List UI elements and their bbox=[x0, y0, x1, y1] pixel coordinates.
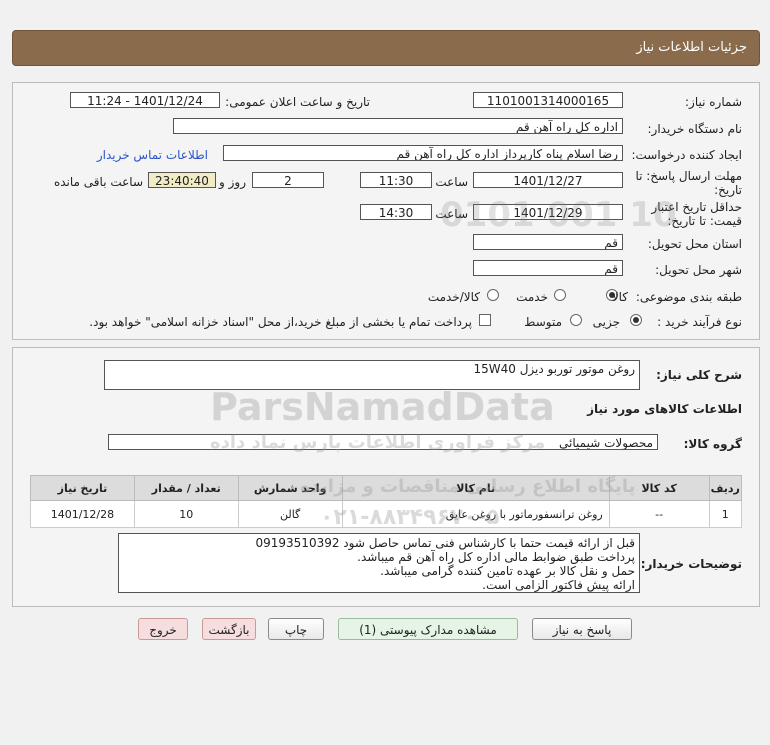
col-header-date: تاریخ نیاز bbox=[30, 475, 135, 501]
deadline-date-field: 1401/12/27 bbox=[473, 172, 623, 188]
category-radio-goods-service[interactable] bbox=[487, 289, 499, 301]
goods-group-field: محصولات شیمیائی bbox=[108, 434, 658, 450]
province-label: استان محل تحویل: bbox=[647, 237, 742, 251]
validity-time-label: ساعت bbox=[435, 207, 468, 221]
table-row: 1 -- روغن ترانسفورماتور با روغن عایق گال… bbox=[30, 500, 743, 528]
buyer-org-field: اداره کل راه آهن قم bbox=[173, 118, 623, 134]
page-title: جزئیات اطلاعات نیاز bbox=[636, 40, 747, 55]
cell-unit: گالن bbox=[237, 500, 343, 528]
creator-label: ایجاد کننده درخواست: bbox=[631, 148, 742, 162]
cell-name: روغن ترانسفورماتور با روغن عایق bbox=[341, 500, 610, 528]
goods-group-label: گروه کالا: bbox=[683, 437, 742, 451]
goods-table: ردیف کد کالا نام کالا واحد شمارش تعداد /… bbox=[30, 475, 743, 528]
goods-table-header-row: ردیف کد کالا نام کالا واحد شمارش تعداد /… bbox=[30, 475, 743, 501]
process-option-medium: متوسط bbox=[524, 315, 562, 329]
buyer-contact-link[interactable]: اطلاعات تماس خریدار bbox=[97, 148, 208, 162]
view-attachments-button[interactable]: مشاهده مدارک پیوستی (1) bbox=[338, 618, 518, 640]
validity-label-2: قیمت: تا تاریخ: bbox=[667, 214, 742, 228]
deadline-label-2: تاریخ: bbox=[714, 183, 742, 197]
process-radio-medium[interactable] bbox=[570, 314, 582, 326]
treasury-payment-note: پرداخت تمام یا بخشی از مبلغ خرید،از محل … bbox=[89, 315, 472, 329]
cell-code: -- bbox=[608, 500, 710, 528]
col-header-qty: تعداد / مقدار bbox=[133, 475, 239, 501]
city-label: شهر محل تحویل: bbox=[655, 263, 742, 277]
process-option-minor: جزیی bbox=[592, 315, 620, 329]
col-header-unit: واحد شمارش bbox=[237, 475, 343, 501]
col-header-code: کد کالا bbox=[608, 475, 710, 501]
need-number-field: 1101001314000165 bbox=[473, 92, 623, 108]
cell-qty: 10 bbox=[133, 500, 239, 528]
page-header: جزئیات اطلاعات نیاز bbox=[12, 30, 760, 66]
buyer-notes-label: توضیحات خریدار: bbox=[640, 557, 742, 571]
remaining-label: ساعت باقی مانده bbox=[53, 175, 143, 189]
deadline-label: مهلت ارسال پاسخ: تا bbox=[635, 169, 742, 183]
category-option-goods-service: کالا/خدمت bbox=[427, 290, 480, 304]
category-radio-service[interactable] bbox=[554, 289, 566, 301]
validity-label: حداقل تاریخ اعتبار bbox=[651, 200, 742, 214]
cell-row: 1 bbox=[708, 500, 743, 528]
validity-date-field: 1401/12/29 bbox=[473, 204, 623, 220]
remaining-time-field: 23:40:40 bbox=[148, 172, 216, 188]
cell-date: 1401/12/28 bbox=[30, 500, 135, 528]
buyer-notes-field: قبل از ارائه قیمت حتما با کارشناس فنی تم… bbox=[118, 533, 640, 593]
general-desc-field: روغن موتور توربو دیزل 15W40 bbox=[104, 360, 640, 390]
province-field: قم bbox=[473, 234, 623, 250]
buyer-note-line: پرداخت طبق ضوابط مالی اداره کل راه آهن ق… bbox=[357, 550, 635, 564]
announce-datetime-field: 1401/12/24 - 11:24 bbox=[70, 92, 220, 108]
buyer-note-line: قبل از ارائه قیمت حتما با کارشناس فنی تم… bbox=[255, 536, 636, 550]
creator-field: رضا اسلام پناه کارپرداز اداره کل راه آهن… bbox=[223, 145, 623, 161]
city-field: قم bbox=[473, 260, 623, 276]
category-label: طبقه بندی موضوعی: bbox=[635, 290, 742, 304]
buyer-org-label: نام دستگاه خریدار: bbox=[647, 122, 743, 136]
deadline-time-label: ساعت bbox=[435, 175, 468, 189]
col-header-name: نام کالا bbox=[341, 475, 610, 501]
validity-time-field: 14:30 bbox=[360, 204, 432, 220]
goods-info-title: اطلاعات کالاهای مورد نیاز bbox=[587, 402, 742, 416]
print-button[interactable]: چاپ bbox=[268, 618, 324, 640]
buyer-note-line: حمل و نقل کالا بر عهده تامین کننده گرامی… bbox=[380, 564, 635, 578]
reply-button[interactable]: پاسخ به نیاز bbox=[532, 618, 632, 640]
days-label: روز و bbox=[219, 175, 246, 189]
treasury-payment-checkbox[interactable] bbox=[479, 314, 491, 326]
days-field: 2 bbox=[252, 172, 324, 188]
col-header-row: ردیف bbox=[708, 475, 743, 501]
category-option-goods: کالا bbox=[611, 290, 628, 304]
buyer-note-line: ارائه پیش فاکتور الزامی است. bbox=[482, 578, 635, 592]
process-radio-minor[interactable] bbox=[630, 314, 642, 326]
deadline-time-field: 11:30 bbox=[360, 172, 432, 188]
general-desc-label: شرح کلی نیاز: bbox=[656, 368, 742, 382]
process-label: نوع فرآیند خرید : bbox=[657, 315, 742, 329]
exit-button[interactable]: خروج bbox=[138, 618, 188, 640]
announce-label: تاریخ و ساعت اعلان عمومی: bbox=[225, 95, 370, 109]
category-option-service: خدمت bbox=[516, 290, 548, 304]
need-number-label: شماره نیاز: bbox=[685, 95, 742, 109]
back-button[interactable]: بازگشت bbox=[202, 618, 256, 640]
